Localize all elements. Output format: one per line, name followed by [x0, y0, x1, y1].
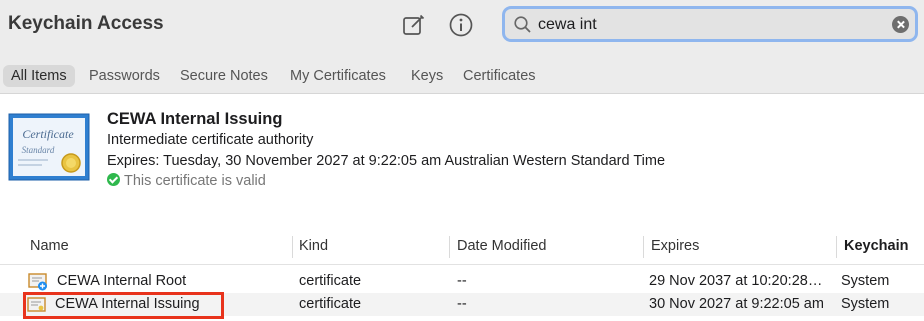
info-icon[interactable]: [448, 12, 474, 38]
row-name: CEWA Internal Issuing: [55, 296, 200, 312]
table-row[interactable]: CEWA Internal Root certificate -- 29 Nov…: [0, 270, 924, 293]
certificate-status: This certificate is valid: [107, 173, 266, 189]
certificate-icon-text: Certificate: [22, 127, 74, 141]
column-header-expires[interactable]: Expires: [651, 238, 699, 254]
column-divider[interactable]: [449, 236, 450, 258]
root-certificate-icon: [28, 273, 47, 291]
row-kind: certificate: [299, 296, 362, 312]
certificate-title: CEWA Internal Issuing: [107, 110, 283, 128]
tab-all-items[interactable]: All Items: [3, 65, 75, 87]
toolbar: Keychain Access cewa int: [0, 0, 924, 52]
certificate-type: Intermediate certificate authority: [107, 132, 314, 148]
app-title: Keychain Access: [8, 13, 164, 34]
column-header-name[interactable]: Name: [30, 238, 69, 254]
row-name: CEWA Internal Root: [57, 273, 187, 289]
row-keychain: System: [841, 273, 890, 289]
column-divider[interactable]: [643, 236, 644, 258]
row-keychain: System: [841, 296, 890, 312]
tab-secure-notes[interactable]: Secure Notes: [180, 65, 268, 87]
column-header-kind[interactable]: Kind: [299, 238, 328, 254]
certificate-status-text: This certificate is valid: [124, 173, 266, 189]
tab-keys[interactable]: Keys: [411, 65, 443, 87]
column-divider[interactable]: [292, 236, 293, 258]
category-tabs: All Items Passwords Secure Notes My Cert…: [0, 52, 924, 94]
row-expires: 29 Nov 2037 at 10:20:28…: [649, 273, 823, 289]
tab-certificates[interactable]: Certificates: [463, 65, 536, 87]
search-input[interactable]: cewa int: [538, 16, 597, 34]
table-row[interactable]: CEWA Internal Issuing certificate -- 30 …: [0, 293, 924, 316]
certificate-icon: Certificate Standard: [8, 113, 90, 181]
search-field[interactable]: cewa int: [502, 6, 918, 42]
row-date-modified: --: [457, 273, 467, 289]
certificate-icon-subtext: Standard: [22, 145, 55, 155]
column-header-date-modified[interactable]: Date Modified: [457, 238, 546, 254]
column-divider[interactable]: [836, 236, 837, 258]
row-kind: certificate: [299, 273, 362, 289]
certificate-small-icon: [27, 297, 46, 312]
row-date-modified: --: [457, 296, 467, 312]
table-header-divider: [0, 264, 924, 265]
compose-icon[interactable]: [401, 12, 427, 38]
tab-my-certificates[interactable]: My Certificates: [290, 65, 386, 87]
clear-search-icon[interactable]: [892, 16, 909, 33]
row-expires: 30 Nov 2027 at 9:22:05 am: [649, 296, 824, 312]
valid-check-icon: [107, 173, 120, 186]
tab-passwords[interactable]: Passwords: [89, 65, 160, 87]
certificate-expiry: Expires: Tuesday, 30 November 2027 at 9:…: [107, 153, 666, 169]
column-header-keychain[interactable]: Keychain: [844, 238, 908, 254]
search-icon: [514, 16, 531, 33]
